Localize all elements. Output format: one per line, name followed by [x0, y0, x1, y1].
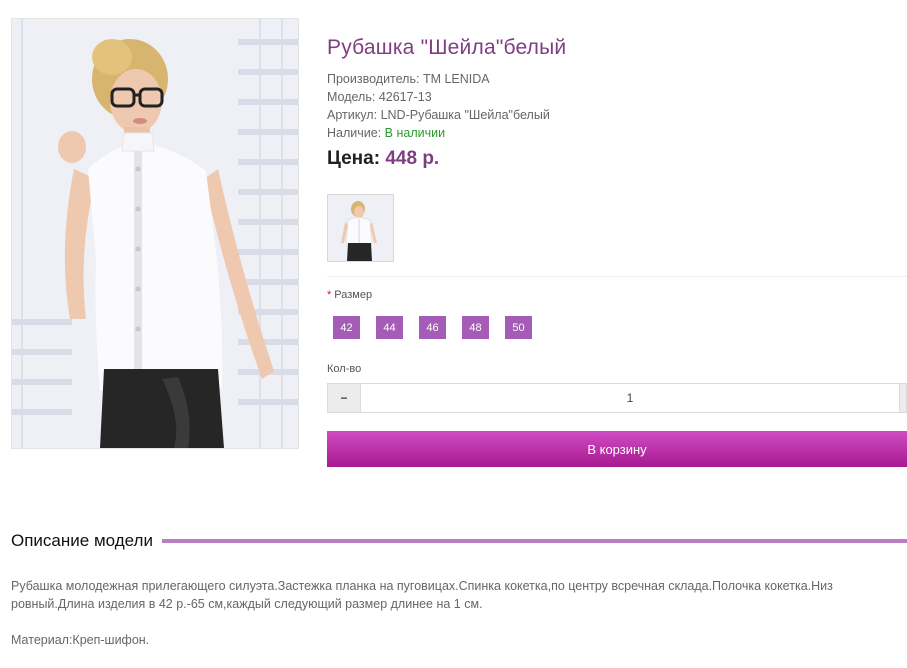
model-value: 42617-13: [378, 90, 432, 104]
quantity-decrease-button[interactable]: −: [328, 384, 361, 412]
product-meta: Производитель: TM LENIDA Модель: 42617-1…: [327, 70, 550, 142]
size-option-42[interactable]: 42: [333, 316, 360, 339]
manufacturer-label: Производитель:: [327, 72, 420, 86]
article-value: LND-Рубашка "Шейла"белый: [380, 108, 550, 122]
price-label: Цена:: [327, 148, 381, 169]
description-body: Рубашка молодежная прилегающего силуэта.…: [11, 577, 901, 649]
description-header: Описание модели: [11, 531, 907, 551]
model-label: Модель:: [327, 90, 376, 104]
add-to-cart-button[interactable]: В корзину: [327, 431, 907, 467]
manufacturer-row: Производитель: TM LENIDA: [327, 70, 550, 88]
size-label-text: Размер: [334, 289, 373, 301]
product-main-image[interactable]: [11, 18, 299, 449]
article-row: Артикул: LND-Рубашка "Шейла"белый: [327, 106, 550, 124]
model-row: Модель: 42617-13: [327, 88, 550, 106]
price-block: Цена: 448 р.: [327, 148, 439, 170]
description-heading: Описание модели: [11, 531, 153, 550]
size-option-46[interactable]: 46: [419, 316, 446, 339]
options-divider: [327, 276, 907, 277]
product-thumbnail[interactable]: [327, 194, 394, 262]
size-option-50[interactable]: 50: [505, 316, 532, 339]
price-value: 448 р.: [385, 148, 440, 169]
size-label: * Размер: [327, 289, 372, 301]
quantity-stepper: − 1: [327, 383, 907, 413]
quantity-increase-button[interactable]: [899, 384, 906, 412]
required-star: *: [327, 289, 332, 301]
manufacturer-value: TM LENIDA: [422, 72, 490, 86]
availability-status: В наличии: [384, 126, 446, 140]
description-text: Рубашка молодежная прилегающего силуэта.…: [11, 579, 833, 611]
product-title: Рубашка "Шейла"белый: [327, 36, 567, 59]
availability-row: Наличие: В наличии: [327, 124, 550, 142]
quantity-label: Кол-во: [327, 363, 362, 375]
description-material: Материал:Креп-шифон.: [11, 633, 150, 647]
availability-label: Наличие:: [327, 126, 382, 140]
article-label: Артикул:: [327, 108, 378, 122]
size-option-48[interactable]: 48: [462, 316, 489, 339]
size-option-44[interactable]: 44: [376, 316, 403, 339]
quantity-input[interactable]: 1: [361, 384, 899, 412]
size-options: 42 44 46 48 50: [333, 316, 532, 339]
description-heading-line: [161, 539, 907, 543]
